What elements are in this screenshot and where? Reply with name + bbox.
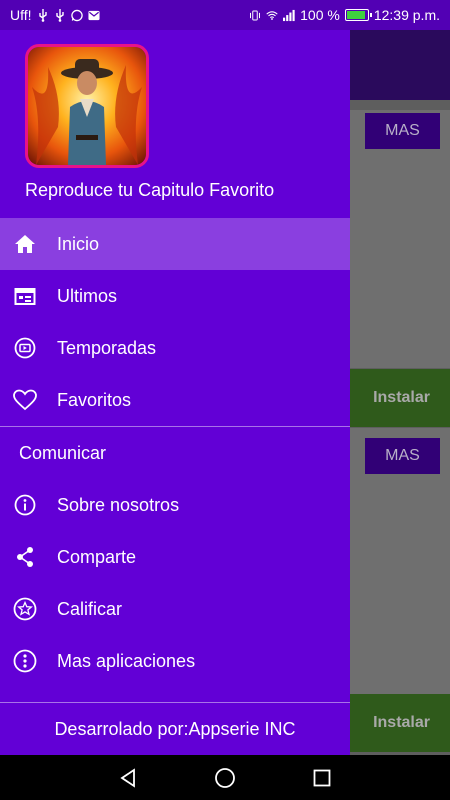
more-vertical-icon	[12, 648, 38, 674]
menu-item-label: Temporadas	[57, 337, 157, 358]
info-icon	[12, 492, 38, 518]
drawer-title: Reproduce tu Capitulo Favorito	[25, 180, 275, 200]
menu-item-label: Inicio	[57, 233, 100, 254]
more-button[interactable]: MAS	[365, 113, 440, 149]
menu-item-label: Ultimos	[57, 285, 118, 306]
more-button[interactable]: MAS	[365, 438, 440, 474]
home-icon	[12, 231, 38, 257]
whatsapp-icon	[70, 9, 83, 21]
drawer-header: Reproduce tu Capitulo Favorito	[0, 30, 350, 218]
calendar-icon	[12, 283, 38, 309]
status-left: Uff!	[10, 7, 100, 23]
menu-item-label: Favoritos	[57, 389, 132, 410]
signal-icon	[283, 9, 295, 21]
share-icon	[12, 544, 38, 570]
section-header-comunicar: Comunicar	[19, 442, 107, 463]
video-icon	[12, 335, 38, 361]
home-button-icon[interactable]	[213, 766, 237, 790]
menu-item-comparte[interactable]: Comparte	[0, 531, 350, 583]
menu-item-label: Mas aplicaciones	[57, 650, 196, 671]
menu-item-sobre-nosotros[interactable]: Sobre nosotros	[0, 479, 350, 531]
drawer-footer: Desarrolado por:Appserie INC	[0, 702, 350, 755]
heart-icon	[12, 387, 38, 413]
star-icon	[12, 596, 38, 622]
app-avatar	[25, 44, 149, 168]
system-navigation-bar	[0, 755, 450, 800]
status-bar: Uff! 100 % 12:39 p.m.	[0, 0, 450, 30]
vibrate-icon	[249, 9, 261, 21]
back-icon[interactable]	[116, 766, 140, 790]
menu-item-temporadas[interactable]: Temporadas	[0, 322, 350, 374]
mail-icon	[87, 9, 100, 21]
recent-apps-icon[interactable]	[310, 766, 334, 790]
battery-percent: 100 %	[300, 7, 340, 23]
clock: 12:39 p.m.	[373, 7, 440, 23]
battery-fill	[346, 11, 365, 19]
menu-item-label: Comparte	[57, 546, 137, 567]
usb-icon	[54, 8, 66, 22]
drawer-menu: Inicio Ultimos Temporadas Favoritos Comu…	[0, 218, 350, 687]
wifi-icon	[266, 9, 278, 21]
navigation-drawer: Reproduce tu Capitulo Favorito Inicio Ul…	[0, 30, 350, 755]
menu-item-label: Sobre nosotros	[57, 494, 180, 515]
status-right: 100 % 12:39 p.m.	[249, 7, 440, 23]
menu-item-favoritos[interactable]: Favoritos	[0, 374, 350, 426]
usb-icon	[37, 8, 49, 22]
menu-item-calificar[interactable]: Calificar	[0, 583, 350, 635]
menu-item-mas-aplicaciones[interactable]: Mas aplicaciones	[0, 635, 350, 687]
carrier-label: Uff!	[10, 7, 32, 23]
menu-item-ultimos[interactable]: Ultimos	[0, 270, 350, 322]
battery-icon	[344, 9, 372, 21]
menu-item-label: Calificar	[57, 598, 123, 619]
menu-item-inicio[interactable]: Inicio	[0, 218, 350, 270]
